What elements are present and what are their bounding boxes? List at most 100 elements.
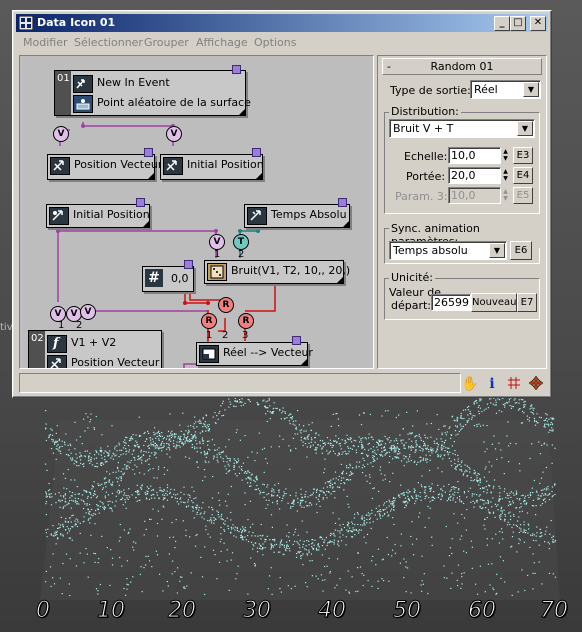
v-connector-circle[interactable]: V [80, 304, 96, 320]
node-resize-corner[interactable] [337, 277, 343, 283]
output-node-id: 02 [31, 333, 44, 344]
title-bar[interactable]: Data Icon 01 _ □ ✕ [16, 14, 548, 32]
dice-icon [207, 263, 227, 281]
initial-position-label: Initial Position [73, 208, 150, 221]
ruler-tick-40: 40 [318, 598, 347, 624]
sum-expression-label: V1 + V2 [71, 336, 117, 349]
maximize-button[interactable]: □ [510, 16, 526, 31]
distribution-select[interactable]: Bruit V + T ▼ [389, 119, 535, 138]
position-icon [47, 355, 67, 368]
rollout-header[interactable]: - Random 01 [382, 58, 542, 75]
output-port[interactable] [184, 260, 193, 269]
output-type-label: Type de sortie: [390, 84, 471, 97]
node-graph-canvas[interactable]: 01 New In Event Point aléatoire de la su… [19, 55, 374, 369]
e3-button[interactable]: E3 [513, 147, 533, 164]
output-port[interactable] [136, 198, 145, 207]
chevron-down-icon[interactable]: ▼ [523, 82, 539, 97]
spinner-arrows-icon[interactable]: ▲ ▼ [501, 168, 510, 183]
port-number-1: 1 [214, 249, 221, 260]
r-connector-circle[interactable]: R [238, 313, 254, 329]
random-surface-point-row: Point aléatoire de la surface [71, 93, 251, 113]
ruler-tick-20: 20 [168, 598, 197, 624]
output-port[interactable] [338, 198, 347, 207]
initial-position-node-2[interactable]: Initial Position [46, 204, 150, 228]
ruler-tick-10: 10 [97, 598, 126, 624]
ruler-tick-0: 0 [36, 598, 51, 624]
output-node-02[interactable]: 02 f V1 + V2 Position Vecteur [28, 330, 162, 368]
scale-spinner[interactable]: 10,0 [448, 147, 501, 164]
new-in-event-row: New In Event [71, 73, 245, 93]
spinner-arrows-icon[interactable]: ▲ ▼ [501, 188, 510, 203]
minimize-button[interactable]: _ [494, 16, 510, 31]
node-resize-corner[interactable] [239, 109, 245, 115]
hand-icon[interactable]: ✋ [461, 375, 479, 393]
info-icon[interactable]: i [483, 375, 501, 393]
output-port[interactable] [292, 336, 301, 345]
noise-formula-label: Bruit(V1, T2, 10,, 20,) [231, 264, 351, 277]
v-connector-circle[interactable]: V [166, 126, 182, 142]
node-resize-corner[interactable] [143, 221, 149, 227]
menu-options[interactable]: Options [254, 36, 296, 49]
rollout-toggle[interactable]: - [387, 59, 391, 74]
position-icon [163, 157, 183, 175]
absolute-time-node[interactable]: Temps Absolu [244, 204, 350, 228]
grid-icon[interactable] [505, 375, 523, 393]
initial-position-icon [49, 207, 69, 225]
spinner-arrows-icon[interactable]: ▲ ▼ [501, 148, 510, 163]
unicity-label: Unicité: [389, 271, 435, 284]
window-title: Data Icon 01 [37, 16, 116, 29]
menu-modifier[interactable]: Modifier [23, 36, 67, 49]
output-port[interactable] [232, 65, 241, 74]
r-connector-circle[interactable]: R [218, 297, 234, 313]
output-port[interactable] [144, 148, 153, 157]
menu-selectionner[interactable]: Sélectionner [74, 36, 143, 49]
move-icon[interactable] [527, 375, 545, 393]
constant-node[interactable]: # 0,0 [142, 266, 194, 292]
menu-affichage[interactable]: Affichage [196, 36, 248, 49]
noise-node[interactable]: Bruit(V1, T2, 10,, 20,) [204, 260, 350, 284]
ruler-tick-60: 60 [468, 598, 497, 624]
position-vector-node[interactable]: Position Vecteur [47, 154, 162, 180]
sync-select[interactable]: Temps absolu ▼ [389, 241, 507, 260]
close-button[interactable]: ✕ [530, 16, 546, 31]
event-icon [73, 75, 93, 93]
node-resize-corner[interactable] [256, 173, 262, 179]
node-resize-corner[interactable] [301, 359, 307, 365]
sync-value: Temps absolu [393, 244, 468, 257]
range-spinner[interactable]: 20,0 [448, 167, 501, 184]
properties-panel: - Random 01 Type de sortie: Réel ▼ Distr… [377, 55, 547, 369]
e4-button[interactable]: E4 [513, 167, 533, 184]
e7-button[interactable]: E7 [517, 293, 537, 312]
range-label: Portée: [406, 170, 446, 183]
v-connector-circle[interactable]: V [209, 234, 225, 250]
v-connector-circle[interactable]: V [53, 126, 69, 142]
new-seed-button[interactable]: Nouveau [471, 293, 517, 312]
scale-label: Echelle: [404, 150, 448, 163]
chevron-down-icon[interactable]: ▼ [489, 243, 505, 258]
constant-value: 0,0 [171, 272, 189, 285]
node-resize-corner[interactable] [148, 173, 154, 179]
menu-bar: Modifier Sélectionner Grouper Affichage … [16, 34, 548, 52]
real-to-vector-node[interactable]: Réel --> Vecteur [196, 342, 313, 366]
chevron-down-icon[interactable]: ▼ [517, 121, 533, 136]
distribution-label: Distribution: [389, 105, 461, 118]
r-connector-circle[interactable]: R [201, 313, 217, 329]
position-vector-row: Position Vecteur [45, 353, 161, 368]
seed-input[interactable]: 26599 [431, 294, 471, 311]
node-resize-corner[interactable] [343, 221, 349, 227]
initial-position-label: Initial Position [187, 158, 264, 171]
output-port[interactable] [252, 148, 261, 157]
t-connector-circle[interactable]: T [233, 234, 249, 250]
e5-button[interactable]: E5 [513, 187, 533, 204]
event-node-01[interactable]: 01 New In Event Point aléatoire de la su… [54, 70, 251, 116]
new-in-event-label: New In Event [97, 76, 170, 89]
output-type-select[interactable]: Réel ▼ [470, 80, 541, 99]
menu-grouper[interactable]: Grouper [144, 36, 189, 49]
initial-position-node[interactable]: Initial Position [160, 154, 264, 180]
distribution-value: Bruit V + T [393, 122, 454, 135]
e6-button[interactable]: E6 [510, 241, 532, 260]
output-node-id-strip: 02 [29, 331, 45, 368]
param3-spinner[interactable]: 10,0 [448, 187, 501, 204]
seed-label-line2: départ: [391, 299, 432, 312]
real-to-vector-label: Réel --> Vecteur [223, 346, 313, 359]
